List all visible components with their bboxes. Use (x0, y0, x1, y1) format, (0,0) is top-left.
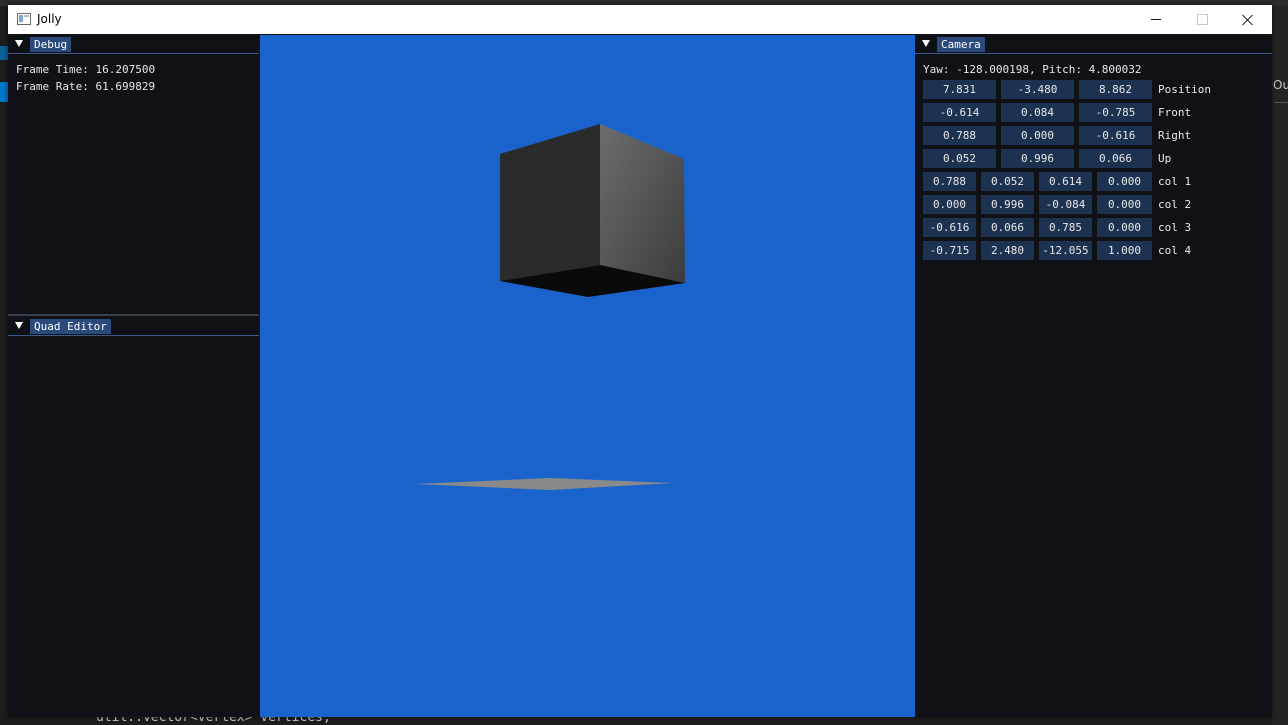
matrix-cell[interactable]: 1.000 (1097, 241, 1152, 260)
background-window-edge-right (1272, 6, 1288, 725)
app-window: Jolly Debug Frame Time: 16.207500 Frame … (8, 5, 1272, 717)
matrix-row-col4: -0.715 2.480 -12.055 1.000 col 4 (923, 239, 1272, 262)
debug-panel-header[interactable]: Debug (8, 35, 259, 54)
collapse-arrow-icon[interactable] (15, 40, 23, 47)
up-z-field[interactable]: 0.066 (1079, 149, 1152, 168)
debug-panel: Debug Frame Time: 16.207500 Frame Rate: … (8, 35, 259, 314)
up-y-field[interactable]: 0.996 (1001, 149, 1074, 168)
minimize-icon (1151, 19, 1161, 20)
camera-panel-header[interactable]: Camera (915, 35, 1272, 54)
matrix-col-label: col 4 (1158, 244, 1192, 257)
position-label: Position (1158, 83, 1211, 96)
position-z-field[interactable]: 8.862 (1079, 80, 1152, 99)
camera-panel-body: Yaw: -128.000198, Pitch: 4.800032 7.831 … (923, 61, 1272, 262)
quad-editor-panel-header[interactable]: Quad Editor (8, 317, 259, 336)
matrix-cell[interactable]: -0.084 (1039, 195, 1092, 214)
matrix-col-label: col 2 (1158, 198, 1192, 211)
matrix-col-label: col 1 (1158, 175, 1192, 188)
frame-rate-text: Frame Rate: 61.699829 (16, 80, 156, 93)
vector-row-up: 0.052 0.996 0.066 Up (923, 147, 1272, 170)
background-divider (1274, 102, 1288, 103)
client-area: Debug Frame Time: 16.207500 Frame Rate: … (8, 34, 1272, 717)
cube-right-face (600, 124, 685, 283)
camera-panel: Camera Yaw: -128.000198, Pitch: 4.800032… (915, 35, 1272, 717)
maximize-icon (1196, 14, 1208, 25)
matrix-cell[interactable]: -0.616 (923, 218, 976, 237)
up-x-field[interactable]: 0.052 (923, 149, 996, 168)
matrix-cell[interactable]: 0.066 (981, 218, 1034, 237)
matrix-cell[interactable]: 0.785 (1039, 218, 1092, 237)
collapse-arrow-icon[interactable] (922, 40, 930, 47)
matrix-cell[interactable]: 0.788 (923, 172, 976, 191)
close-icon (1242, 14, 1254, 26)
matrix-cell[interactable]: 0.000 (1097, 218, 1152, 237)
minimize-button[interactable] (1133, 5, 1179, 34)
matrix-cell[interactable]: 0.000 (923, 195, 976, 214)
vector-row-right: 0.788 0.000 -0.616 Right (923, 124, 1272, 147)
maximize-button[interactable] (1179, 5, 1225, 34)
panel-divider[interactable] (8, 314, 259, 316)
quad-editor-tab[interactable]: Quad Editor (30, 319, 111, 334)
matrix-col-label: col 3 (1158, 221, 1192, 234)
matrix-cell[interactable]: -0.715 (923, 241, 976, 260)
floor-quad (415, 478, 673, 490)
right-label: Right (1158, 129, 1192, 142)
matrix-cell[interactable]: 0.052 (981, 172, 1034, 191)
camera-tab[interactable]: Camera (937, 37, 985, 52)
vector-row-front: -0.614 0.084 -0.785 Front (923, 101, 1272, 124)
right-y-field[interactable]: 0.000 (1001, 126, 1074, 145)
cube-left-face (500, 124, 600, 281)
scene-svg (415, 124, 685, 490)
debug-panel-body: Frame Time: 16.207500 Frame Rate: 61.699… (16, 61, 259, 95)
matrix-cell[interactable]: 0.000 (1097, 195, 1152, 214)
matrix-row-col2: 0.000 0.996 -0.084 0.000 col 2 (923, 193, 1272, 216)
close-button[interactable] (1225, 5, 1271, 34)
background-window-text: Ou (1273, 78, 1288, 92)
right-x-field[interactable]: 0.788 (923, 126, 996, 145)
up-label: Up (1158, 152, 1172, 165)
debug-tab[interactable]: Debug (30, 37, 72, 52)
front-z-field[interactable]: -0.785 (1079, 103, 1152, 122)
matrix-cell[interactable]: -12.055 (1039, 241, 1092, 260)
title-bar[interactable]: Jolly (8, 5, 1272, 34)
front-label: Front (1158, 106, 1192, 119)
front-y-field[interactable]: 0.084 (1001, 103, 1074, 122)
background-window-edge-left (0, 6, 8, 725)
render-viewport[interactable] (260, 35, 915, 717)
matrix-cell[interactable]: 0.614 (1039, 172, 1092, 191)
vector-row-position: 7.831 -3.480 8.862 Position (923, 78, 1272, 101)
quad-editor-panel: Quad Editor (8, 317, 259, 717)
matrix-row-col1: 0.788 0.052 0.614 0.000 col 1 (923, 170, 1272, 193)
collapse-arrow-icon[interactable] (15, 322, 23, 329)
matrix-cell[interactable]: 2.480 (981, 241, 1034, 260)
position-x-field[interactable]: 7.831 (923, 80, 996, 99)
window-title: Jolly (37, 12, 62, 26)
app-icon (17, 13, 31, 25)
matrix-cell[interactable]: 0.000 (1097, 172, 1152, 191)
background-fragment (0, 82, 8, 102)
right-z-field[interactable]: -0.616 (1079, 126, 1152, 145)
position-y-field[interactable]: -3.480 (1001, 80, 1074, 99)
matrix-row-col3: -0.616 0.066 0.785 0.000 col 3 (923, 216, 1272, 239)
frame-time-text: Frame Time: 16.207500 (16, 63, 156, 76)
front-x-field[interactable]: -0.614 (923, 103, 996, 122)
matrix-cell[interactable]: 0.996 (981, 195, 1034, 214)
background-fragment (0, 46, 8, 60)
yaw-pitch-text: Yaw: -128.000198, Pitch: 4.800032 (923, 63, 1142, 76)
